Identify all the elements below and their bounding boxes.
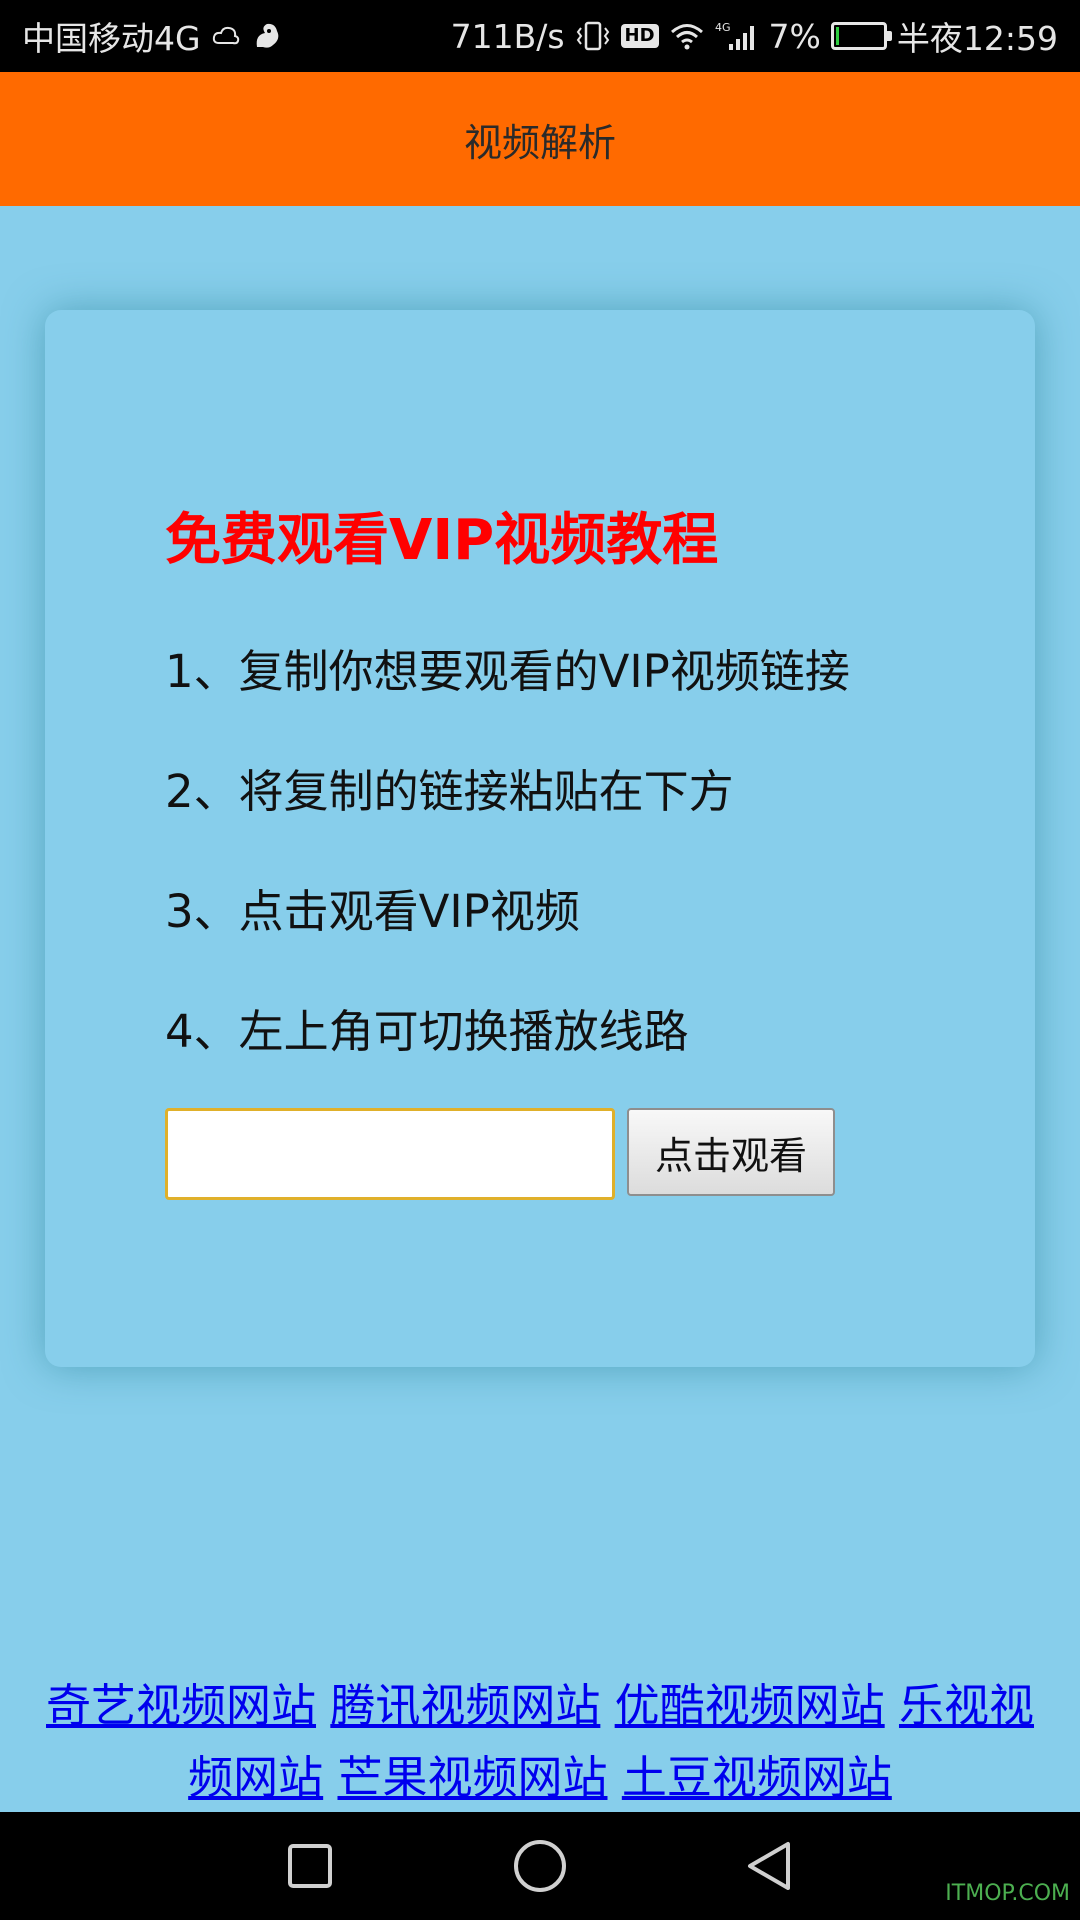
link-iqiyi[interactable]: 奇艺视频网站 xyxy=(46,1679,316,1732)
link-youku[interactable]: 优酷视频网站 xyxy=(615,1679,885,1732)
clock: 半夜12:59 xyxy=(896,19,1058,58)
carrier-label: 中国移动4G xyxy=(22,19,201,58)
wifi-icon xyxy=(669,21,705,51)
battery-fill xyxy=(835,27,839,45)
tutorial-card: 免费观看VIP视频教程 1、复制你想要观看的VIP视频链接 2、将复制的链接粘贴… xyxy=(45,310,1035,1367)
battery-percent: 7% xyxy=(768,16,821,56)
step-1: 1、复制你想要观看的VIP视频链接 xyxy=(165,645,850,698)
status-left: 中国移动4G xyxy=(22,12,283,60)
status-bar: 中国移动4G 711B/s HD 4G 7% ⚡ 半夜12:59 xyxy=(0,0,1080,72)
recents-square-icon[interactable] xyxy=(280,1836,340,1896)
link-letv[interactable]: 乐视视频网站 xyxy=(188,1679,1034,1804)
video-site-links: 奇艺视频网站 腾讯视频网站 优酷视频网站 乐视视频网站 芒果视频网站 土豆视频网… xyxy=(30,1670,1050,1814)
network-speed: 711B/s xyxy=(450,16,565,56)
video-url-input[interactable] xyxy=(165,1108,615,1200)
page-title: 视频解析 xyxy=(463,120,616,165)
tutorial-title: 免费观看VIP视频教程 xyxy=(165,508,719,573)
status-right: 711B/s HD 4G 7% ⚡ 半夜12:59 xyxy=(451,12,1058,60)
screen: 中国移动4G 711B/s HD 4G 7% ⚡ 半夜12:59 视频解析 免费… xyxy=(0,0,1080,1920)
battery-icon: ⚡ xyxy=(830,22,892,50)
link-mango[interactable]: 芒果视频网站 xyxy=(337,1751,607,1804)
link-tencent[interactable]: 腾讯视频网站 xyxy=(330,1679,600,1732)
step-3: 3、点击观看VIP视频 xyxy=(165,885,580,938)
svg-text:4G: 4G xyxy=(715,21,731,34)
home-circle-icon[interactable] xyxy=(510,1836,570,1896)
back-triangle-icon[interactable] xyxy=(740,1836,800,1896)
watermark: ITMOP.COM xyxy=(945,1881,1070,1906)
hd-badge: HD xyxy=(620,24,659,48)
navigation-bar: ITMOP.COM xyxy=(0,1812,1080,1920)
watch-button[interactable]: 点击观看 xyxy=(627,1108,835,1196)
step-4: 4、左上角可切换播放线路 xyxy=(165,1005,689,1058)
charging-bolt-icon: ⚡ xyxy=(851,24,866,48)
step-2: 2、将复制的链接粘贴在下方 xyxy=(165,765,734,818)
squirrel-app-icon xyxy=(251,21,283,51)
signal-icon: 4G xyxy=(715,20,759,52)
vibrate-icon xyxy=(575,20,611,52)
cloud-moon-icon xyxy=(211,23,241,49)
link-tudou[interactable]: 土豆视频网站 xyxy=(622,1751,892,1804)
app-header: 视频解析 xyxy=(0,72,1080,206)
